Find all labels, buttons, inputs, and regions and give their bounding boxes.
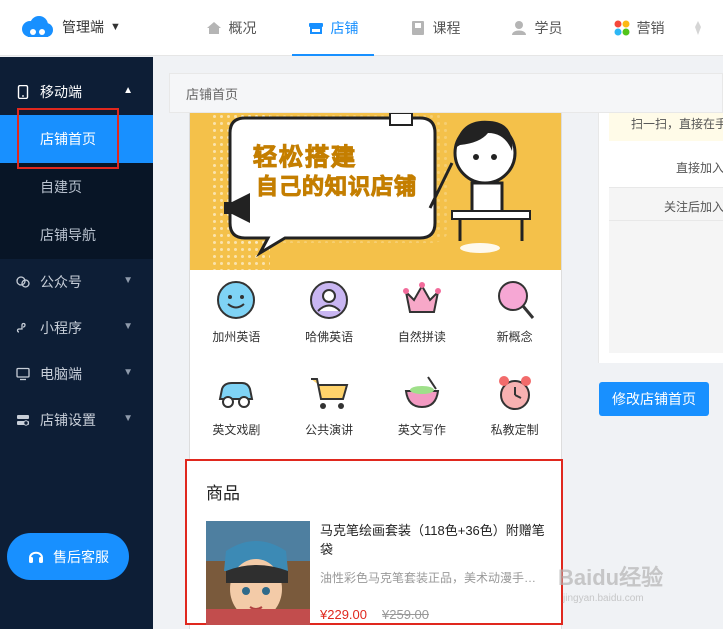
watermark-url: jingyan.baidu.com <box>563 593 644 604</box>
nav-label: 课程 <box>432 20 461 36</box>
sidebar-item-custom-page[interactable]: 自建页 <box>0 163 153 211</box>
sidebar-group-wechat[interactable]: 公众号 ▼ <box>0 259 153 305</box>
category-item[interactable]: 自然拼读 <box>376 270 469 358</box>
category-label: 英文戏剧 <box>212 422 261 437</box>
qrcode-area <box>609 221 723 353</box>
category-label: 哈佛英语 <box>305 330 354 344</box>
goods-price: ¥229.00 <box>320 607 367 622</box>
category-item[interactable]: 英文写作 <box>376 363 469 451</box>
goods-section: 商品 马克笔绘画套装（118色+36色）附赠笔袋 油性彩色马克笔套装正品，美术动… <box>185 459 563 625</box>
watermark: Baidu经验 <box>558 565 664 590</box>
category-label: 英文写作 <box>397 422 446 437</box>
more-nav-icon <box>695 21 701 35</box>
category-grid: 加州英语 哈佛英语 自然拼读 新概念 英文戏剧 公共演讲 英文写作 私教定制 <box>190 270 561 455</box>
goods-thumbnail[interactable] <box>206 521 310 625</box>
scan-tip: 扫一扫，直接在手 <box>609 113 723 141</box>
store-banner[interactable]: 轻松搭建 自己的知识店铺 <box>190 113 561 270</box>
crown-icon <box>402 282 441 313</box>
smiley-icon <box>217 281 256 319</box>
person-icon <box>310 281 349 319</box>
service-label: 售后客服 <box>53 548 109 565</box>
lollipop-icon <box>497 281 534 319</box>
nav-label: 概况 <box>228 20 257 36</box>
marketing-icon <box>614 20 629 36</box>
chevron-down-icon: ▼ <box>123 275 133 286</box>
wechat-icon <box>16 276 30 288</box>
nav-label: 店铺 <box>330 20 359 36</box>
chevron-down-icon: ▼ <box>123 321 133 332</box>
category-label: 自然拼读 <box>397 330 446 344</box>
banner-text-line2: 自己的知识店铺 <box>255 174 418 200</box>
sidebar-group-label: 店铺设置 <box>40 412 96 428</box>
chevron-down-icon: ▼ <box>123 413 133 424</box>
join-direct-label: 直接加入 <box>675 161 723 175</box>
home-icon <box>206 22 221 34</box>
qrcode-panel: 扫一扫，直接在手 直接加入 关注后加入 <box>598 113 723 363</box>
sidebar-item-store-nav[interactable]: 店铺导航 <box>0 211 153 259</box>
category-item[interactable]: 私教定制 <box>468 363 561 451</box>
chevron-down-icon: ▼ <box>123 367 133 378</box>
category-label: 新概念 <box>496 330 533 344</box>
sidebar-item-store-home[interactable]: 店铺首页 <box>0 115 153 163</box>
category-label: 加州英语 <box>212 330 261 344</box>
top-bar: 管理端 ▼ 概况 店铺 课程 学员 营销 <box>0 0 723 56</box>
nav-students[interactable]: 学员 <box>486 0 588 56</box>
banner-text-line1: 轻松搭建 <box>253 144 357 172</box>
category-item[interactable]: 哈佛英语 <box>283 270 376 358</box>
settings-icon <box>17 415 29 426</box>
brand-switcher[interactable]: 管理端 ▼ <box>20 14 121 40</box>
nav-label: 学员 <box>534 20 563 36</box>
cart-icon <box>311 377 349 409</box>
nav-label: 营销 <box>636 20 665 36</box>
breadcrumb: 店铺首页 <box>169 73 723 113</box>
product-image <box>206 521 310 625</box>
join-after-follow-label: 关注后加入 <box>609 187 723 221</box>
chevron-down-icon: ▼ <box>110 21 121 33</box>
sidebar-group-label: 移动端 <box>40 84 82 100</box>
user-icon <box>511 21 526 35</box>
modify-store-home-button[interactable]: 修改店铺首页 <box>599 382 709 416</box>
brand-name: 管理端 <box>62 19 104 35</box>
main-nav: 概况 店铺 课程 学员 营销 <box>180 0 723 56</box>
sidebar-group-settings[interactable]: 店铺设置 ▼ <box>0 397 153 443</box>
category-item[interactable]: 新概念 <box>468 270 561 358</box>
category-label: 私教定制 <box>490 422 539 437</box>
bowl-icon <box>404 375 440 408</box>
miniprogram-icon <box>16 322 26 333</box>
goods-description: 油性彩色马克笔套装正品，美术动漫手… <box>320 571 537 585</box>
category-item[interactable]: 加州英语 <box>190 270 283 358</box>
car-icon <box>219 381 254 408</box>
goods-original-price: ¥259.00 <box>382 607 429 622</box>
after-sales-service-button[interactable]: 售后客服 <box>7 533 129 580</box>
mobile-icon <box>17 85 29 99</box>
desktop-icon <box>16 367 30 381</box>
cloud-logo-icon <box>22 16 53 37</box>
mobile-submenu: 店铺首页 自建页 店铺导航 <box>0 115 153 259</box>
goods-name[interactable]: 马克笔绘画套装（118色+36色）附赠笔袋 <box>320 521 552 559</box>
nav-course[interactable]: 课程 <box>384 0 486 56</box>
category-item[interactable]: 英文戏剧 <box>190 363 283 451</box>
category-item[interactable]: 公共演讲 <box>283 363 376 451</box>
nav-store[interactable]: 店铺 <box>282 0 384 56</box>
headset-icon <box>29 551 43 563</box>
chevron-up-icon: ▲ <box>123 85 133 96</box>
sidebar-group-label: 小程序 <box>40 320 82 336</box>
goods-section-title: 商品 <box>206 484 240 503</box>
sidebar-group-miniprogram[interactable]: 小程序 ▼ <box>0 305 153 351</box>
sidebar-group-desktop[interactable]: 电脑端 ▼ <box>0 351 153 397</box>
alarm-clock-icon <box>498 375 531 410</box>
sidebar-group-label: 公众号 <box>40 274 82 290</box>
nav-marketing[interactable]: 营销 <box>588 0 690 56</box>
category-label: 公共演讲 <box>305 422 354 437</box>
sidebar-group-label: 电脑端 <box>40 366 82 382</box>
nav-overview[interactable]: 概况 <box>180 0 282 56</box>
nav-more[interactable] <box>690 0 723 56</box>
store-icon <box>308 23 323 34</box>
book-icon <box>411 21 424 35</box>
sidebar-group-mobile[interactable]: 移动端 ▲ <box>0 69 153 115</box>
sidebar: 移动端 ▲ 店铺首页 自建页 店铺导航 公众号 ▼ 小程序 ▼ 电脑端 ▼ 店铺… <box>0 57 153 629</box>
